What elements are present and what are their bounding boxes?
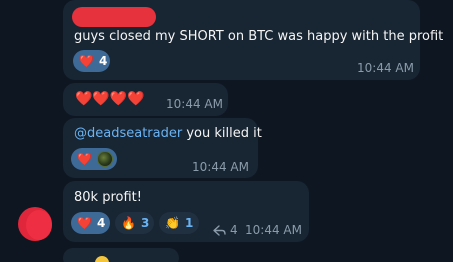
heart-icon: ❤️ xyxy=(77,216,92,230)
fire-icon: 🔥 xyxy=(121,216,136,230)
reaction-count: 3 xyxy=(140,216,150,230)
message-time: 10:44 AM xyxy=(192,160,249,174)
message-time: 10:44 AM xyxy=(357,61,414,75)
reaction-clap[interactable]: 👏 1 xyxy=(159,212,199,234)
message-text: ❤️❤️❤️❤️ xyxy=(75,91,145,107)
emoji-partial xyxy=(95,256,109,262)
message-text: guys closed my SHORT on BTC was happy wi… xyxy=(74,29,444,44)
message-text: @deadseatrader you killed it xyxy=(74,126,262,142)
reaction-heart[interactable]: ❤️ 4 xyxy=(73,50,110,72)
message-text: 80k profit! xyxy=(74,190,142,205)
message-bubble-4[interactable]: 80k profit! ❤️ 4 🔥 3 👏 1 4 10:44 AM xyxy=(63,181,309,242)
clap-icon: 👏 xyxy=(165,216,180,230)
reaction-heart[interactable]: ❤️ xyxy=(71,148,117,170)
message-time: 10:44 AM xyxy=(245,223,302,237)
message-bubble-3[interactable]: @deadseatrader you killed it ❤️ 10:44 AM xyxy=(63,118,262,178)
forward-count-value: 4 xyxy=(230,223,238,237)
forward-count[interactable]: 4 xyxy=(213,223,238,237)
message-body: you killed it xyxy=(182,126,262,141)
message-bubble-1[interactable]: guys closed my SHORT on BTC was happy wi… xyxy=(63,0,443,80)
reactor-avatar xyxy=(96,151,113,167)
redacted-sender-name xyxy=(72,7,156,27)
reaction-count: 4 xyxy=(96,216,106,230)
reaction-fire[interactable]: 🔥 3 xyxy=(115,212,154,234)
message-bubble-5[interactable] xyxy=(63,248,179,262)
message-bubble-2[interactable]: ❤️❤️❤️❤️ 10:44 AM xyxy=(63,83,228,116)
sender-avatar-overlay xyxy=(26,210,52,240)
user-mention[interactable]: @deadseatrader xyxy=(74,126,182,141)
heart-icon: ❤️ xyxy=(79,54,94,68)
reaction-count: 1 xyxy=(184,216,194,230)
share-arrow-icon xyxy=(213,224,226,236)
reaction-count: 4 xyxy=(98,54,108,68)
reaction-heart[interactable]: ❤️ 4 xyxy=(71,212,110,234)
heart-icon: ❤️ xyxy=(77,152,92,166)
message-time: 10:44 AM xyxy=(166,97,223,111)
